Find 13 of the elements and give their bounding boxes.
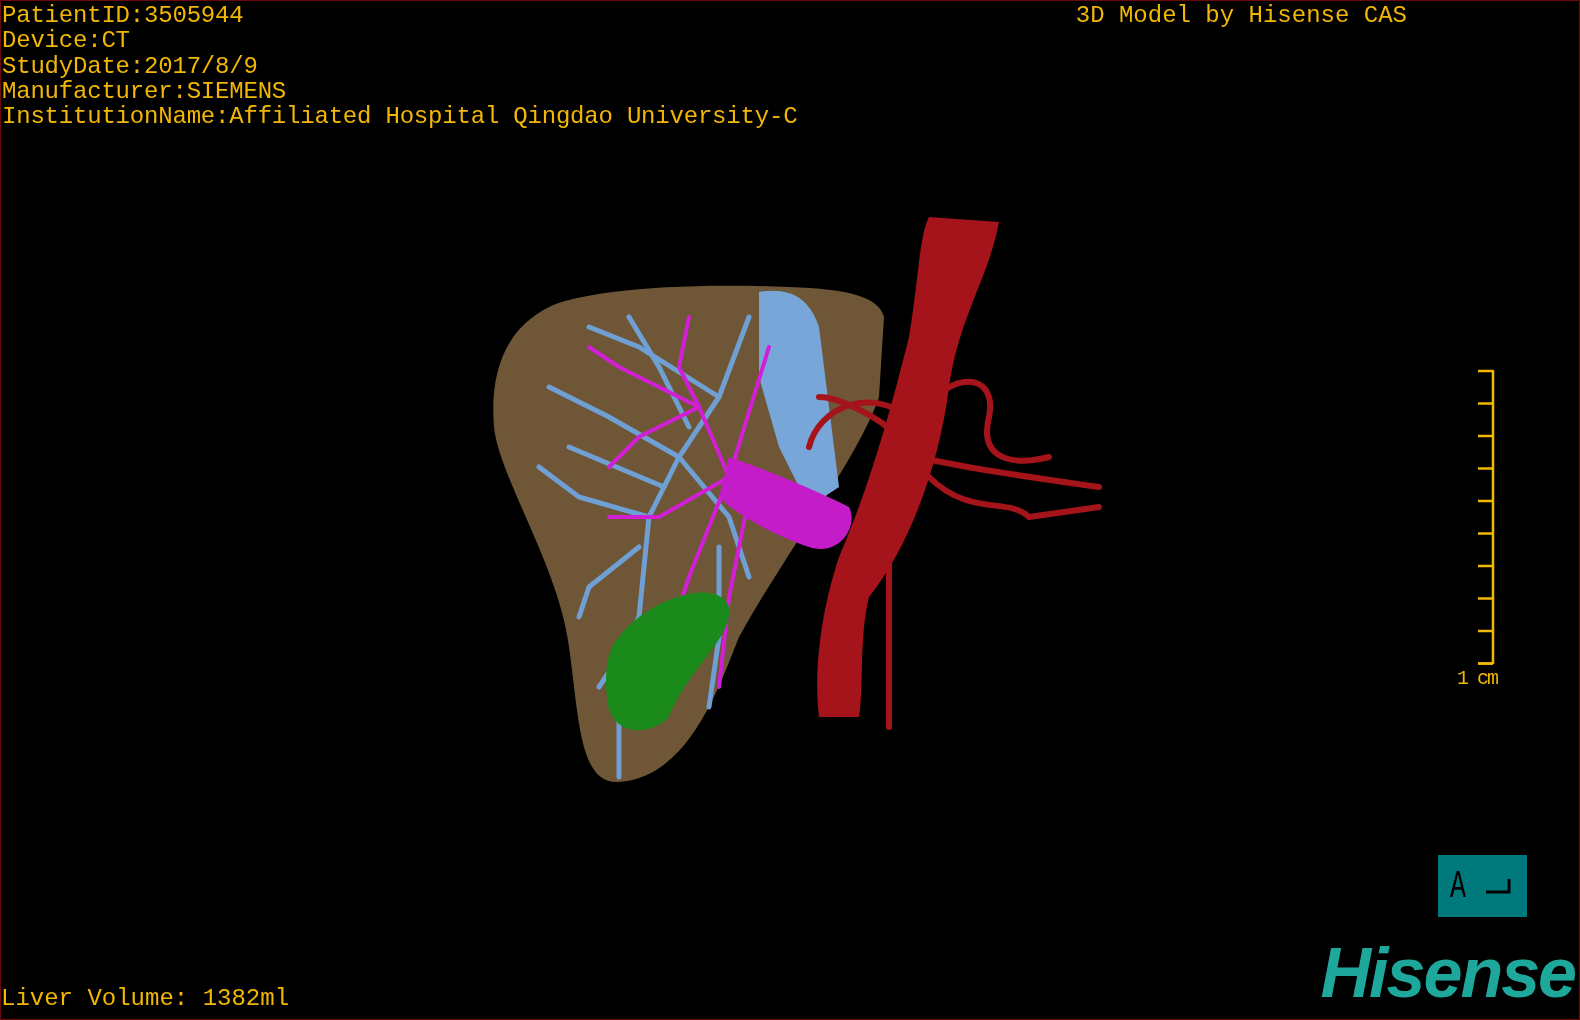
study-info-line: Manufacturer:SIEMENS — [2, 78, 288, 105]
study-info-line: StudyDate:2017/8/9 — [2, 53, 259, 79]
liver-volume-text: Liver Volume: 1382ml — [1, 985, 290, 1014]
study-info-line: InstitutionName:Affiliated Hospital Qingdao University-C — [2, 104, 798, 130]
study-info-line: Device:CT — [2, 28, 131, 54]
scale-label: 1 cm — [1457, 667, 1497, 691]
scale-bar-icon — [1476, 369, 1495, 666]
study-info-line: PatientID:3505944 — [2, 3, 245, 29]
orientation-label: A — [1450, 864, 1466, 908]
orientation-marker[interactable]: A — [1438, 855, 1527, 917]
viewer-title: 3D Model by Hisense CAS — [1075, 1, 1408, 30]
brand-logo: Hisense — [1320, 939, 1575, 1007]
corner-icon — [1484, 878, 1511, 894]
